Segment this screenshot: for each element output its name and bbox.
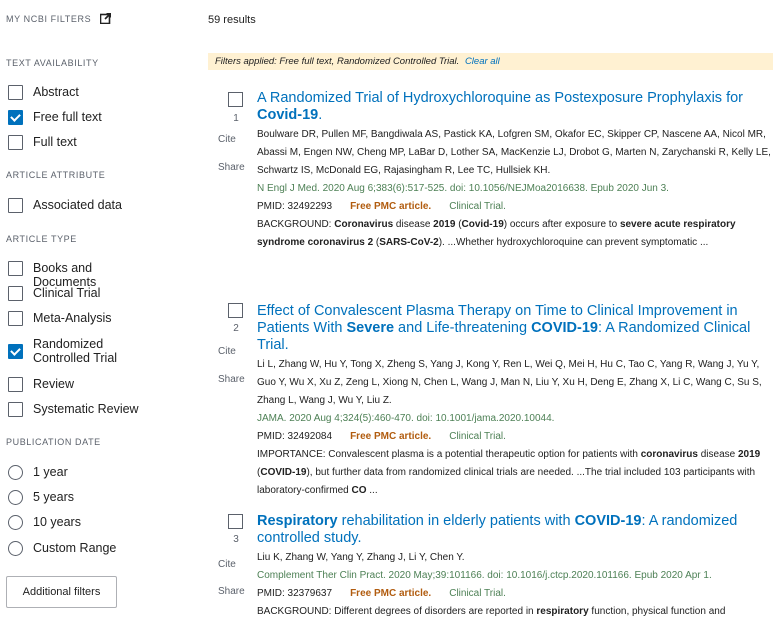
result-checkbox[interactable] [228,303,243,318]
free-pmc-label: Free PMC article. [350,431,432,442]
radio-button[interactable] [8,515,23,530]
cite-button[interactable]: Cite [218,559,236,570]
external-link-icon [100,13,112,24]
filter-label: Review [33,377,74,391]
checkbox[interactable] [8,286,23,301]
checkbox[interactable] [8,402,23,417]
result-title-link[interactable]: Respiratory rehabilitation in elderly pa… [257,513,773,547]
article-type: Clinical Trial. [449,201,506,212]
result-ids: PMID: 32492084 Free PMC article. Clinical … [257,428,773,446]
filters-applied-banner: Filters applied: Free full text, Randomi… [208,53,773,70]
share-button[interactable]: Share [218,586,245,597]
result-number: 2 [233,323,239,334]
filter-randomized-controlled-trial[interactable]: Randomized Controlled Trial [8,337,148,365]
filter-abstract[interactable]: Abstract [8,85,79,100]
free-pmc-label: Free PMC article. [350,588,432,599]
radio-button[interactable] [8,541,23,556]
filter-label: Full text [33,135,77,149]
result-citation: Complement Ther Clin Pract. 2020 May;39:… [257,570,712,581]
section-heading-publication-date: PUBLICATION DATE [6,437,101,447]
additional-filters-button[interactable]: Additional filters [6,576,117,608]
radio-button[interactable] [8,465,23,480]
checkbox[interactable] [8,311,23,326]
result-checkbox[interactable] [228,514,243,529]
filter-label: Abstract [33,85,79,99]
filter-meta-analysis[interactable]: Meta-Analysis [8,311,112,326]
filter-label: 1 year [33,465,68,479]
result-authors: Liu K, Zhang W, Yang Y, Zhang J, Li Y, C… [257,552,465,563]
cite-button[interactable]: Cite [218,346,236,357]
checkbox[interactable] [8,261,23,276]
my-ncbi-filters-label: MY NCBI FILTERS [6,14,92,24]
result-authors: Li L, Zhang W, Hu Y, Tong X, Zheng S, Ya… [257,359,762,406]
article-type: Clinical Trial. [449,431,506,442]
section-heading-text-availability: TEXT AVAILABILITY [6,58,99,68]
checkbox[interactable] [8,377,23,392]
date-5-years[interactable]: 5 years [8,490,74,505]
filter-label: 10 years [33,515,81,529]
filter-books-and-documents[interactable]: Books and Documents [8,261,150,289]
free-pmc-label: Free PMC article. [350,201,432,212]
filter-systematic-review[interactable]: Systematic Review [8,402,139,417]
filter-clinical-trial[interactable]: Clinical Trial [8,286,100,301]
date-10-years[interactable]: 10 years [8,515,81,530]
result-checkbox[interactable] [228,92,243,107]
article-type: Clinical Trial. [449,588,506,599]
cite-button[interactable]: Cite [218,134,236,145]
result-authors: Boulware DR, Pullen MF, Bangdiwala AS, P… [257,129,771,176]
filter-label: Custom Range [33,541,117,555]
filter-label: Associated data [33,198,122,212]
result-ids: PMID: 32492293 Free PMC article. Clinical … [257,198,773,216]
checkbox-checked[interactable] [8,110,23,125]
filter-review[interactable]: Review [8,377,74,392]
filter-label: Systematic Review [33,402,139,416]
radio-button[interactable] [8,490,23,505]
section-heading-article-attribute: ARTICLE ATTRIBUTE [6,170,106,180]
result-snippet: IMPORTANCE: Convalescent plasma is a pot… [257,449,761,496]
checkbox[interactable] [8,85,23,100]
result-number: 3 [233,534,239,545]
result-citation: N Engl J Med. 2020 Aug 6;383(6):517-525.… [257,183,669,194]
filters-applied-text: Filters applied: Free full text, Randomi… [215,56,460,67]
result-number: 1 [233,113,239,124]
share-button[interactable]: Share [218,374,245,385]
result-snippet: BACKGROUND: Coronavirus disease 2019 (Co… [257,219,736,248]
result-title-link[interactable]: A Randomized Trial of Hydroxychloroquine… [257,90,773,124]
filter-label: Clinical Trial [33,286,101,300]
filter-label: Books and Documents [33,261,97,289]
pmid: PMID: 32492084 [257,431,333,442]
result-ids: PMID: 32379637 Free PMC article. Clinical … [257,585,773,603]
section-heading-article-type: ARTICLE TYPE [6,234,77,244]
filters-sidebar: MY NCBI FILTERS TEXT AVAILABILITY Abstra… [0,0,150,628]
result-citation: JAMA. 2020 Aug 4;324(5):460-470. doi: 10… [257,413,555,424]
filter-label: Meta-Analysis [33,311,112,325]
filter-label: Randomized Controlled Trial [33,337,118,365]
date-custom-range[interactable]: Custom Range [8,541,116,556]
checkbox[interactable] [8,198,23,213]
results-count: 59 results [208,14,256,26]
filter-label: 5 years [33,490,74,504]
my-ncbi-filters[interactable]: MY NCBI FILTERS [6,13,112,24]
checkbox[interactable] [8,135,23,150]
result-title-link[interactable]: Effect of Convalescent Plasma Therapy on… [257,303,773,354]
share-button[interactable]: Share [218,162,245,173]
pmid: PMID: 32492293 [257,201,333,212]
clear-all-link[interactable]: Clear all [465,56,500,67]
result-snippet: BACKGROUND: Different degrees of disorde… [257,606,726,617]
date-1-year[interactable]: 1 year [8,465,68,480]
filter-associated-data[interactable]: Associated data [8,198,122,213]
pmid: PMID: 32379637 [257,588,333,599]
filter-full-text[interactable]: Full text [8,135,77,150]
filter-label: Free full text [33,110,102,124]
filter-free-full-text[interactable]: Free full text [8,110,102,125]
checkbox-checked[interactable] [8,344,23,359]
